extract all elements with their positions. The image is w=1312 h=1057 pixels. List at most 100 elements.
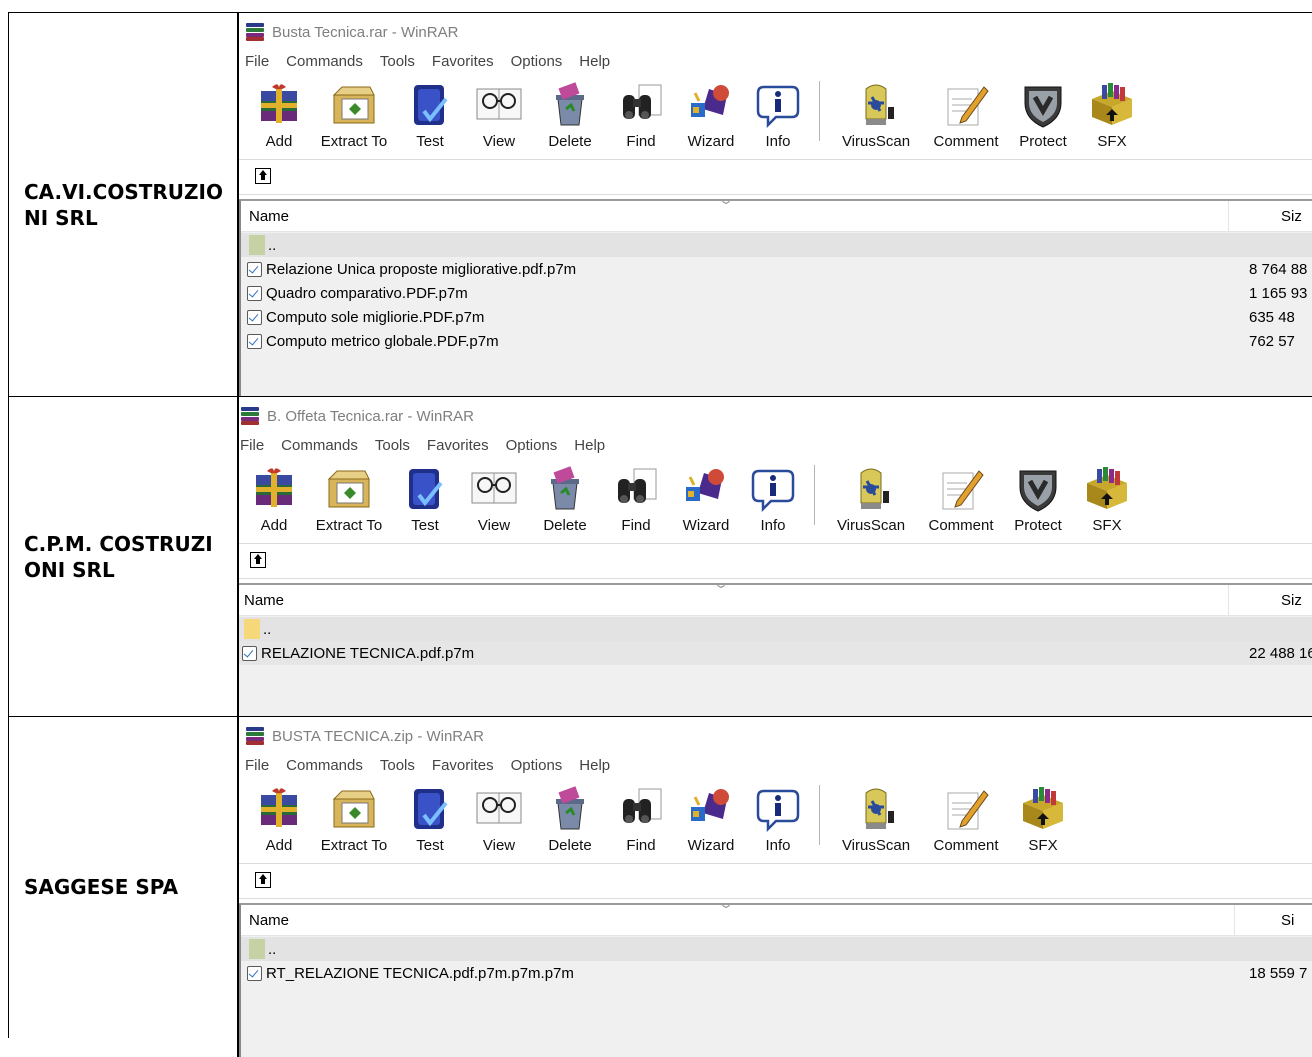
winrar-app-icon bbox=[245, 23, 265, 41]
column-size-header[interactable]: Siz bbox=[1281, 592, 1312, 609]
up-folder-button[interactable] bbox=[255, 168, 271, 184]
menu-favorites[interactable]: Favorites bbox=[432, 757, 494, 779]
view-button[interactable]: View bbox=[461, 79, 537, 150]
test-button[interactable]: Test bbox=[394, 463, 456, 534]
protect-button[interactable]: Protect bbox=[1006, 79, 1080, 150]
info-icon bbox=[754, 81, 802, 129]
menu-tools[interactable]: Tools bbox=[380, 757, 415, 779]
sort-chevron-icon: ⌄ bbox=[717, 897, 735, 911]
menu-commands[interactable]: Commands bbox=[286, 757, 363, 779]
sfx-button[interactable]: SFX bbox=[1075, 463, 1139, 534]
extract-to-button[interactable]: Extract To bbox=[304, 463, 394, 534]
menu-options[interactable]: Options bbox=[506, 437, 558, 459]
extract-to-label: Extract To bbox=[315, 517, 383, 534]
column-size-header[interactable]: Si bbox=[1281, 912, 1312, 929]
sfx-button[interactable]: SFX bbox=[1006, 783, 1080, 854]
comment-button[interactable]: Comment bbox=[926, 79, 1006, 150]
companies-table: CA.VI.COSTRUZIONI SRL Busta Tecnica.rar … bbox=[8, 12, 1312, 1057]
file-row[interactable]: Relazione Unica proposte migliorative.pd… bbox=[241, 257, 1312, 281]
add-icon bbox=[255, 785, 303, 833]
title-bar: Busta Tecnica.rar - WinRAR bbox=[245, 21, 458, 43]
view-button[interactable]: View bbox=[456, 463, 532, 534]
view-button[interactable]: View bbox=[461, 783, 537, 854]
column-header: Name Siz ⌄ bbox=[239, 577, 1312, 616]
virusscan-button[interactable]: VirusScan bbox=[821, 463, 921, 534]
extract-icon bbox=[330, 81, 378, 129]
signed-file-icon bbox=[247, 965, 262, 981]
file-row[interactable]: Quadro comparativo.PDF.p7m 1 165 93 bbox=[241, 281, 1312, 305]
column-name-header[interactable]: Name bbox=[244, 592, 284, 609]
info-button[interactable]: Info bbox=[738, 463, 808, 534]
file-name: Computo metrico globale.PDF.p7m bbox=[266, 332, 499, 350]
virus-icon bbox=[852, 785, 900, 833]
menu-help[interactable]: Help bbox=[579, 757, 610, 779]
menu-help[interactable]: Help bbox=[579, 53, 610, 75]
menu-help[interactable]: Help bbox=[574, 437, 605, 459]
virusscan-button[interactable]: VirusScan bbox=[826, 783, 926, 854]
menu-favorites[interactable]: Favorites bbox=[432, 53, 494, 75]
file-row[interactable]: Computo sole migliorie.PDF.p7m 635 48 bbox=[241, 305, 1312, 329]
up-folder-button[interactable] bbox=[255, 872, 271, 888]
sfx-button[interactable]: SFX bbox=[1080, 79, 1144, 150]
info-button[interactable]: Info bbox=[743, 783, 813, 854]
column-size-header[interactable]: Siz bbox=[1281, 208, 1312, 225]
menu-tools[interactable]: Tools bbox=[380, 53, 415, 75]
delete-button[interactable]: Delete bbox=[537, 79, 603, 150]
menu-options[interactable]: Options bbox=[511, 53, 563, 75]
file-row[interactable]: RT_RELAZIONE TECNICA.pdf.p7m.p7m.p7m 18 5… bbox=[241, 961, 1312, 985]
toolbar-separator bbox=[819, 81, 820, 141]
extract-icon bbox=[330, 785, 378, 833]
company-row: CA.VI.COSTRUZIONI SRL Busta Tecnica.rar … bbox=[9, 13, 1312, 397]
menu-commands[interactable]: Commands bbox=[281, 437, 358, 459]
wizard-button[interactable]: Wizard bbox=[679, 79, 743, 150]
menu-commands[interactable]: Commands bbox=[286, 53, 363, 75]
file-name: Computo sole migliorie.PDF.p7m bbox=[266, 308, 485, 326]
comment-button[interactable]: Comment bbox=[921, 463, 1001, 534]
extract-to-button[interactable]: Extract To bbox=[309, 79, 399, 150]
comment-label: Comment bbox=[928, 517, 994, 534]
file-size: 8 764 88 bbox=[1249, 260, 1308, 278]
toolbar-separator bbox=[814, 465, 815, 525]
test-button[interactable]: Test bbox=[399, 783, 461, 854]
add-button[interactable]: Add bbox=[249, 79, 309, 150]
up-folder-button[interactable] bbox=[250, 552, 266, 568]
file-row[interactable]: RELAZIONE TECNICA.pdf.p7m 22 488 16 bbox=[239, 641, 1312, 665]
delete-button[interactable]: Delete bbox=[532, 463, 598, 534]
comment-icon bbox=[942, 785, 990, 833]
find-button[interactable]: Find bbox=[603, 79, 679, 150]
comment-button[interactable]: Comment bbox=[926, 783, 1006, 854]
wizard-button[interactable]: Wizard bbox=[679, 783, 743, 854]
file-name: RT_RELAZIONE TECNICA.pdf.p7m.p7m.p7m bbox=[266, 964, 574, 982]
column-name-header[interactable]: Name bbox=[249, 208, 289, 225]
virusscan-button[interactable]: VirusScan bbox=[826, 79, 926, 150]
protect-button[interactable]: Protect bbox=[1001, 463, 1075, 534]
view-label: View bbox=[477, 517, 511, 534]
column-name-header[interactable]: Name bbox=[249, 912, 289, 929]
find-button[interactable]: Find bbox=[603, 783, 679, 854]
delete-button[interactable]: Delete bbox=[537, 783, 603, 854]
info-button[interactable]: Info bbox=[743, 79, 813, 150]
find-button[interactable]: Find bbox=[598, 463, 674, 534]
add-button[interactable]: Add bbox=[249, 783, 309, 854]
menu-options[interactable]: Options bbox=[511, 757, 563, 779]
extract-to-button[interactable]: Extract To bbox=[309, 783, 399, 854]
wizard-button[interactable]: Wizard bbox=[674, 463, 738, 534]
parent-folder-row[interactable]: .. bbox=[241, 233, 1312, 257]
add-button[interactable]: Add bbox=[244, 463, 304, 534]
winrar-screenshot: B. Offeta Tecnica.rar - WinRAR File Comman… bbox=[239, 397, 1312, 716]
menu-file[interactable]: File bbox=[245, 53, 269, 75]
winrar-app-icon bbox=[245, 727, 265, 745]
signed-file-icon bbox=[247, 309, 262, 325]
menu-tools[interactable]: Tools bbox=[375, 437, 410, 459]
menu-file[interactable]: File bbox=[240, 437, 264, 459]
test-button[interactable]: Test bbox=[399, 79, 461, 150]
menu-bar: File Commands Tools Favorites Options Help bbox=[245, 53, 627, 75]
menu-file[interactable]: File bbox=[245, 757, 269, 779]
signed-file-icon bbox=[247, 285, 262, 301]
parent-folder-row[interactable]: .. bbox=[241, 937, 1312, 961]
file-name: Quadro comparativo.PDF.p7m bbox=[266, 284, 468, 302]
menu-favorites[interactable]: Favorites bbox=[427, 437, 489, 459]
find-icon bbox=[612, 465, 660, 513]
parent-folder-row[interactable]: .. bbox=[239, 617, 1312, 641]
file-row[interactable]: Computo metrico globale.PDF.p7m 762 57 bbox=[241, 329, 1312, 353]
